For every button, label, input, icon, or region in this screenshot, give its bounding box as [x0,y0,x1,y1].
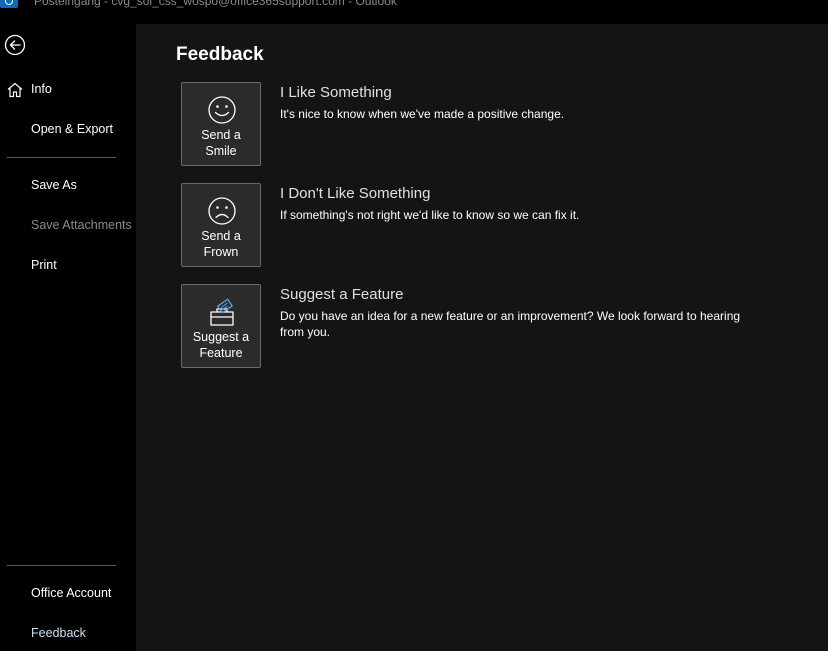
sidebar-item-feedback[interactable]: Feedback [31,626,86,640]
button-label-line: Smile [205,144,237,158]
send-smile-button[interactable]: Send a Smile [181,82,261,166]
page-title: Feedback [176,44,264,65]
sidebar-item-office-account[interactable]: Office Account [31,586,111,600]
sidebar-item-save-attachments: Save Attachments [31,218,132,232]
suggest-feature-button[interactable]: Suggest a Feature [181,284,261,368]
feedback-page: Feedback Send a Smile I Like Something I… [136,24,828,651]
outlook-app-icon [0,0,18,8]
back-arrow-icon[interactable] [4,34,26,56]
option-heading-suggest: Suggest a Feature [280,286,404,303]
button-label-line: Frown [203,245,239,259]
send-frown-button[interactable]: Send a Frown [181,183,261,267]
option-description-like: It's nice to know when we've made a posi… [280,107,565,121]
option-description-dislike: If something's not right we'd like to kn… [280,208,580,222]
smile-icon [208,96,236,124]
home-icon [7,82,23,98]
suggestion-box-icon [210,298,234,326]
button-label-line: Send a [201,128,241,142]
send-frown-label: Send a Frown [182,228,260,260]
option-heading-like: I Like Something [280,84,392,101]
title-bar: Posteingang - cvg_sol_css_wospo@office36… [0,0,828,24]
frown-icon [208,197,236,225]
sidebar-item-save-as[interactable]: Save As [31,178,77,192]
button-label-line: Feature [199,346,243,360]
send-smile-label: Send a Smile [182,127,260,159]
option-description-suggest: Do you have an idea for a new feature or… [280,309,741,339]
sidebar-divider [7,565,116,566]
sidebar-item-info[interactable]: Info [31,82,52,96]
backstage-sidebar: Info Open & Export Save As Save Attachme… [0,24,136,651]
sidebar-item-print[interactable]: Print [31,258,57,272]
option-heading-dislike: I Don't Like Something [280,185,431,202]
window-title: Posteingang - cvg_sol_css_wospo@office36… [34,0,397,8]
sidebar-item-open-export[interactable]: Open & Export [31,122,113,136]
sidebar-divider [7,157,116,158]
suggest-feature-label: Suggest a Feature [182,329,260,361]
button-label-line: Send a [201,229,241,243]
button-label-line: Suggest a [192,330,250,344]
